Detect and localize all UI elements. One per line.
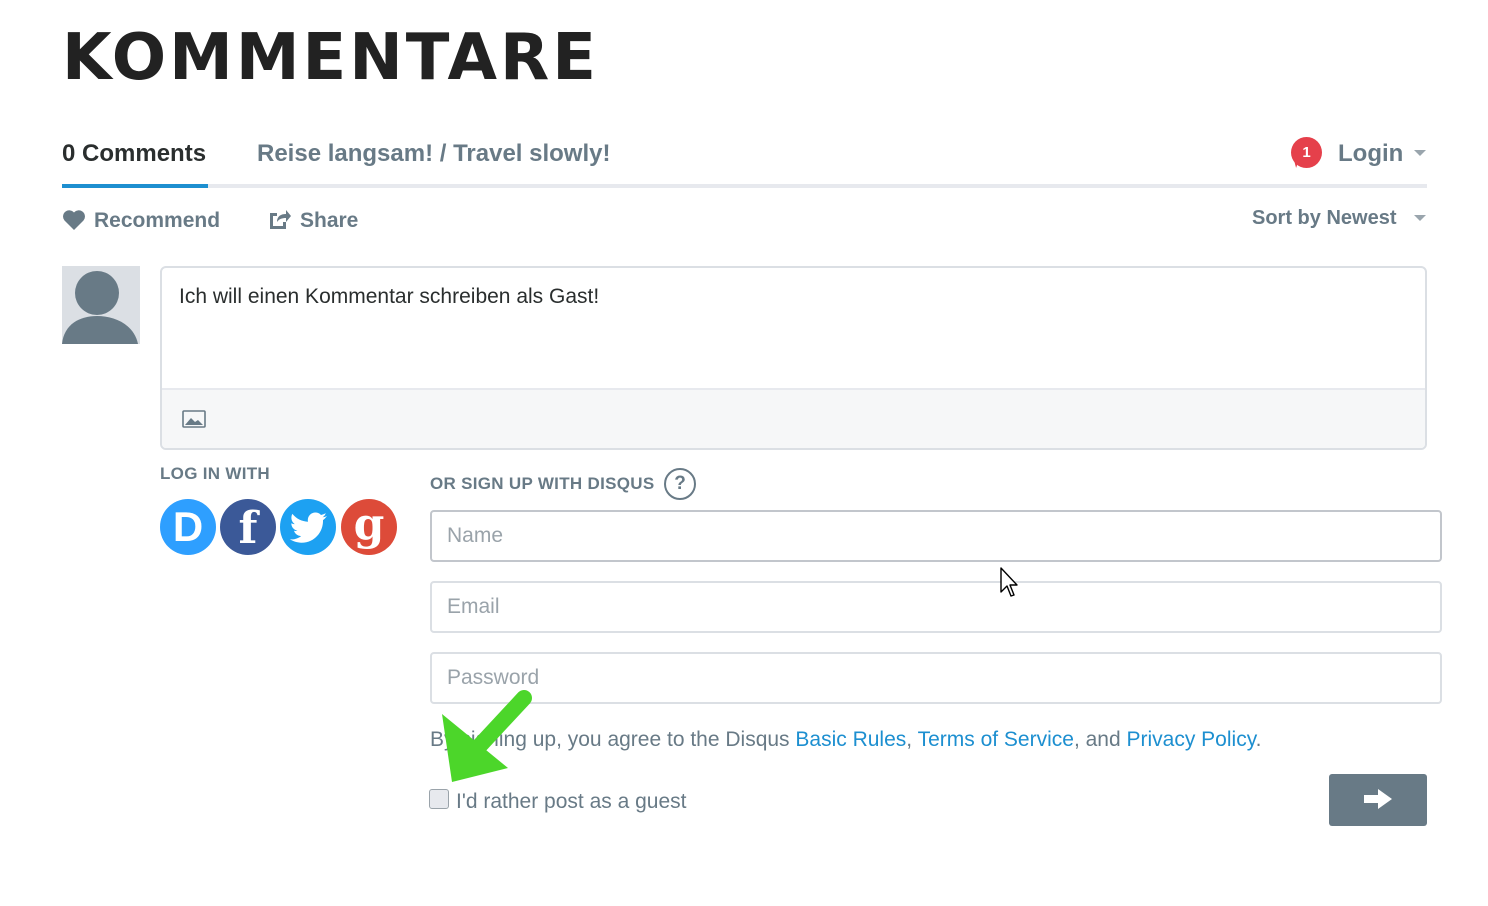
- arrow-right-icon: [1364, 788, 1392, 809]
- login-with-label: LOG IN WITH: [160, 464, 271, 483]
- sort-label: Sort by Newest: [1252, 207, 1397, 229]
- active-tab-indicator: [62, 184, 208, 188]
- facebook-logo-icon: f: [238, 503, 258, 554]
- notification-badge[interactable]: 1: [1291, 137, 1322, 168]
- comment-editor[interactable]: Ich will einen Kommentar schreiben als G…: [160, 266, 1427, 450]
- sort-caret-icon: [1414, 215, 1426, 221]
- terms-text: By signing up, you agree to the Disqus B…: [430, 725, 1261, 755]
- recommend-label: Recommend: [94, 209, 221, 232]
- avatar: [62, 266, 140, 344]
- google-logo-icon: g: [353, 499, 385, 550]
- terms-suffix: .: [1255, 728, 1262, 751]
- disqus-logo-icon: D: [172, 503, 204, 550]
- mouse-cursor-icon: [1000, 567, 1018, 597]
- disqus-login-button[interactable]: D: [160, 499, 216, 555]
- image-upload-icon[interactable]: [182, 410, 206, 428]
- comment-text[interactable]: Ich will einen Kommentar schreiben als G…: [179, 282, 599, 312]
- share-label: Share: [300, 209, 359, 232]
- signup-label: OR SIGN UP WITH DISQUS: [430, 474, 655, 493]
- password-input[interactable]: [430, 652, 1442, 704]
- terms-separator: ,: [906, 728, 918, 751]
- privacy-policy-link[interactable]: Privacy Policy: [1127, 728, 1256, 751]
- name-input[interactable]: [430, 510, 1442, 562]
- sort-dropdown[interactable]: Sort by Newest: [1252, 204, 1396, 232]
- help-icon[interactable]: ?: [664, 468, 696, 500]
- facebook-login-button[interactable]: f: [220, 499, 276, 555]
- editor-toolbar: [162, 388, 1425, 448]
- email-input[interactable]: [430, 581, 1442, 633]
- share-button[interactable]: Share: [268, 206, 358, 236]
- tab-comments[interactable]: 0 Comments: [62, 138, 206, 170]
- guest-checkbox[interactable]: [429, 789, 449, 809]
- google-login-button[interactable]: g: [341, 499, 397, 555]
- twitter-login-button[interactable]: [280, 499, 336, 555]
- guest-label[interactable]: I'd rather post as a guest: [456, 788, 686, 816]
- tab-community[interactable]: Reise langsam! / Travel slowly!: [257, 138, 610, 170]
- basic-rules-link[interactable]: Basic Rules: [795, 728, 906, 751]
- recommend-button[interactable]: Recommend: [62, 206, 220, 236]
- login-label: Login: [1338, 140, 1404, 167]
- heart-icon: [63, 210, 85, 230]
- twitter-bird-icon: [289, 512, 327, 543]
- terms-of-service-link[interactable]: Terms of Service: [918, 728, 1074, 751]
- terms-separator: , and: [1073, 728, 1127, 751]
- submit-button[interactable]: [1329, 774, 1427, 826]
- page-title: KOMMENTARE: [62, 21, 599, 95]
- nav-divider: [62, 184, 1427, 188]
- annotation-arrow-icon: [442, 690, 532, 782]
- share-icon: [270, 210, 291, 229]
- login-menu[interactable]: Login: [1338, 138, 1403, 170]
- login-caret-icon: [1414, 150, 1426, 156]
- user-silhouette-icon: [62, 271, 138, 344]
